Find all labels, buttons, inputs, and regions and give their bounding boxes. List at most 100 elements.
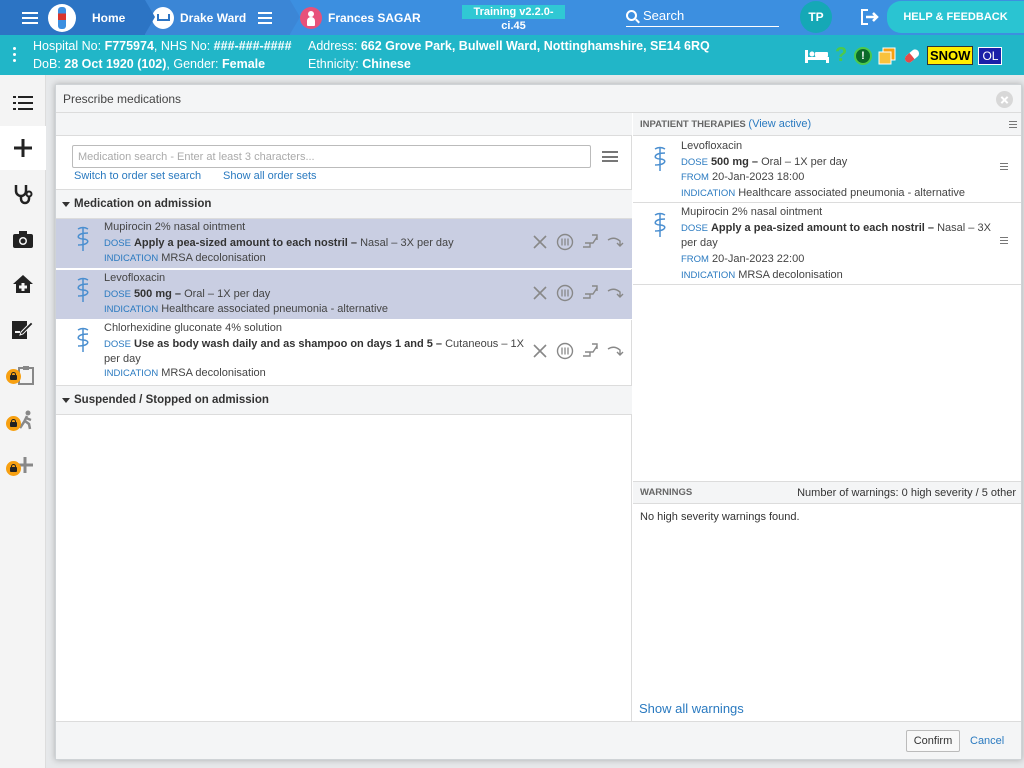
confirm-button[interactable]: Confirm xyxy=(906,730,960,752)
home-label[interactable]: Home xyxy=(92,11,125,25)
rod-of-asclepius-icon xyxy=(77,327,89,352)
medication-from: FROM 20-Jan-2023 18:00 xyxy=(681,171,804,183)
ethnicity-line: Ethnicity: Chinese xyxy=(308,57,411,71)
dialog-title: Prescribe medications xyxy=(63,92,182,106)
medication-row[interactable]: Levofloxacin DOSE 500 mg – Oral – 1X per … xyxy=(56,270,632,320)
dose-instruction: 500 mg – xyxy=(133,288,182,300)
warnings-header: WARNINGS Number of warnings: 0 high seve… xyxy=(633,481,1021,504)
nav-notes[interactable] xyxy=(0,307,46,351)
continue-icon[interactable] xyxy=(606,233,624,251)
global-search[interactable]: Search xyxy=(626,4,779,27)
section-suspended-stopped[interactable]: Suspended / Stopped on admission xyxy=(56,385,632,415)
medication-name: Levofloxacin xyxy=(681,140,743,152)
continue-icon[interactable] xyxy=(606,342,624,360)
home-crumb[interactable]: Home xyxy=(0,0,145,35)
camera-icon xyxy=(13,230,33,248)
snow-badge[interactable]: SNOW xyxy=(927,46,974,65)
nav-locked-tasks[interactable] xyxy=(0,353,46,397)
remove-icon[interactable] xyxy=(531,342,549,360)
show-order-sets-link[interactable]: Show all order sets xyxy=(223,170,317,182)
inpatient-therapy-item[interactable]: Mupirocin 2% nasal ointment DOSE Apply a … xyxy=(633,203,1021,285)
pause-icon[interactable] xyxy=(556,342,574,360)
ward-menu-icon[interactable] xyxy=(258,11,273,24)
nav-list[interactable] xyxy=(0,81,46,125)
alert-icon[interactable]: ! xyxy=(854,46,872,65)
prescribe-icon[interactable] xyxy=(581,284,599,302)
nav-locked-add[interactable] xyxy=(0,443,46,487)
dose-label: DOSE xyxy=(104,339,131,350)
indication-label: INDICATION xyxy=(104,304,159,315)
remove-icon[interactable] xyxy=(531,233,549,251)
medication-row[interactable]: Chlorhexidine gluconate 4% solution DOSE… xyxy=(56,320,632,384)
rod-of-asclepius-icon xyxy=(77,277,89,302)
pane-header xyxy=(56,113,632,136)
show-all-warnings-link[interactable]: Show all warnings xyxy=(639,701,744,716)
collapse-triangle-icon xyxy=(62,201,70,207)
question-icon[interactable]: ? xyxy=(835,44,849,67)
item-menu-icon[interactable] xyxy=(1000,237,1008,245)
bed-icon xyxy=(152,6,174,29)
indication-label: INDICATION xyxy=(681,188,736,199)
pause-icon[interactable] xyxy=(556,233,574,251)
banner-alert-icons: ? ! SNOW OL xyxy=(804,44,1003,67)
dialog-header: Prescribe medications xyxy=(56,85,1021,113)
item-menu-icon[interactable] xyxy=(1000,163,1008,171)
patient-crumb[interactable]: Frances SAGAR xyxy=(290,0,460,35)
medication-dose: DOSE Apply a pea-sized amount to each nos… xyxy=(681,221,996,251)
continue-icon[interactable] xyxy=(606,284,624,302)
home-medical-icon xyxy=(13,275,33,293)
ol-badge[interactable]: OL xyxy=(978,46,1003,65)
prescribe-icon[interactable] xyxy=(581,342,599,360)
search-label[interactable]: Search xyxy=(643,8,684,23)
app-logo-icon xyxy=(48,3,76,32)
medication-search-input[interactable] xyxy=(72,145,591,168)
dose-label: DOSE xyxy=(681,223,708,234)
medication-dose: DOSE Apply a pea-sized amount to each nos… xyxy=(104,236,524,251)
nav-clinical[interactable] xyxy=(0,172,46,216)
dose-instruction: 500 mg – xyxy=(710,156,759,168)
indication-value: Healthcare associated pneumonia - altern… xyxy=(161,303,389,315)
inpatient-therapy-item[interactable]: Levofloxacin DOSE 500 mg – Oral – 1X per … xyxy=(633,137,1021,203)
hamburger-menu-icon[interactable] xyxy=(1009,121,1017,129)
help-feedback-button[interactable]: HELP & FEEDBACK xyxy=(887,1,1024,33)
hamburger-menu-icon[interactable] xyxy=(602,151,618,162)
documents-icon[interactable] xyxy=(877,47,897,65)
cancel-link[interactable]: Cancel xyxy=(970,735,1004,747)
patient-label[interactable]: Frances SAGAR xyxy=(328,11,421,25)
nav-add[interactable] xyxy=(0,126,46,170)
user-avatar[interactable]: TP xyxy=(800,1,832,33)
remove-icon[interactable] xyxy=(531,284,549,302)
dose-route: Oral – 1X per day xyxy=(181,288,271,300)
from-label: FROM xyxy=(681,172,709,183)
ward-crumb[interactable]: Drake Ward xyxy=(145,0,290,35)
patient-banner: Hospital No: F775974, NHS No: ###-###-##… xyxy=(0,35,1024,75)
medication-pill-icon[interactable] xyxy=(902,47,922,65)
lock-icon xyxy=(6,461,21,476)
inpatient-bed-icon[interactable] xyxy=(804,48,830,64)
medication-dose: DOSE 500 mg – Oral – 1X per day xyxy=(681,155,996,170)
pause-icon[interactable] xyxy=(556,284,574,302)
address-prefix: Address: xyxy=(308,39,361,53)
ward-label[interactable]: Drake Ward xyxy=(180,11,246,25)
rod-of-asclepius-icon xyxy=(77,226,89,251)
prescribe-dialog: Prescribe medications Switch to order se… xyxy=(55,84,1022,760)
banner-menu-icon[interactable] xyxy=(13,47,17,65)
section-medication-on-admission[interactable]: Medication on admission xyxy=(56,189,632,219)
ethnicity-value: Chinese xyxy=(362,57,411,71)
address-value: 662 Grove Park, Bulwell Ward, Nottingham… xyxy=(360,39,710,53)
menu-icon[interactable] xyxy=(22,11,38,24)
medication-row[interactable]: Mupirocin 2% nasal ointment DOSE Apply a … xyxy=(56,219,632,269)
close-icon[interactable] xyxy=(996,91,1013,108)
dob-gender-line: DoB: 28 Oct 1920 (102), Gender: Female xyxy=(33,57,265,71)
nav-discharge[interactable] xyxy=(0,262,46,306)
logout-icon[interactable] xyxy=(860,8,880,26)
rod-of-asclepius-icon xyxy=(654,146,666,171)
view-active-link[interactable]: View active xyxy=(752,118,807,130)
switch-order-set-link[interactable]: Switch to order set search xyxy=(74,170,201,182)
nav-camera[interactable] xyxy=(0,217,46,261)
prescribe-icon[interactable] xyxy=(581,233,599,251)
dose-label: DOSE xyxy=(104,238,131,249)
medication-from: FROM 20-Jan-2023 22:00 xyxy=(681,253,804,265)
nav-locked-mobility[interactable] xyxy=(0,398,46,442)
from-label: FROM xyxy=(681,254,709,265)
